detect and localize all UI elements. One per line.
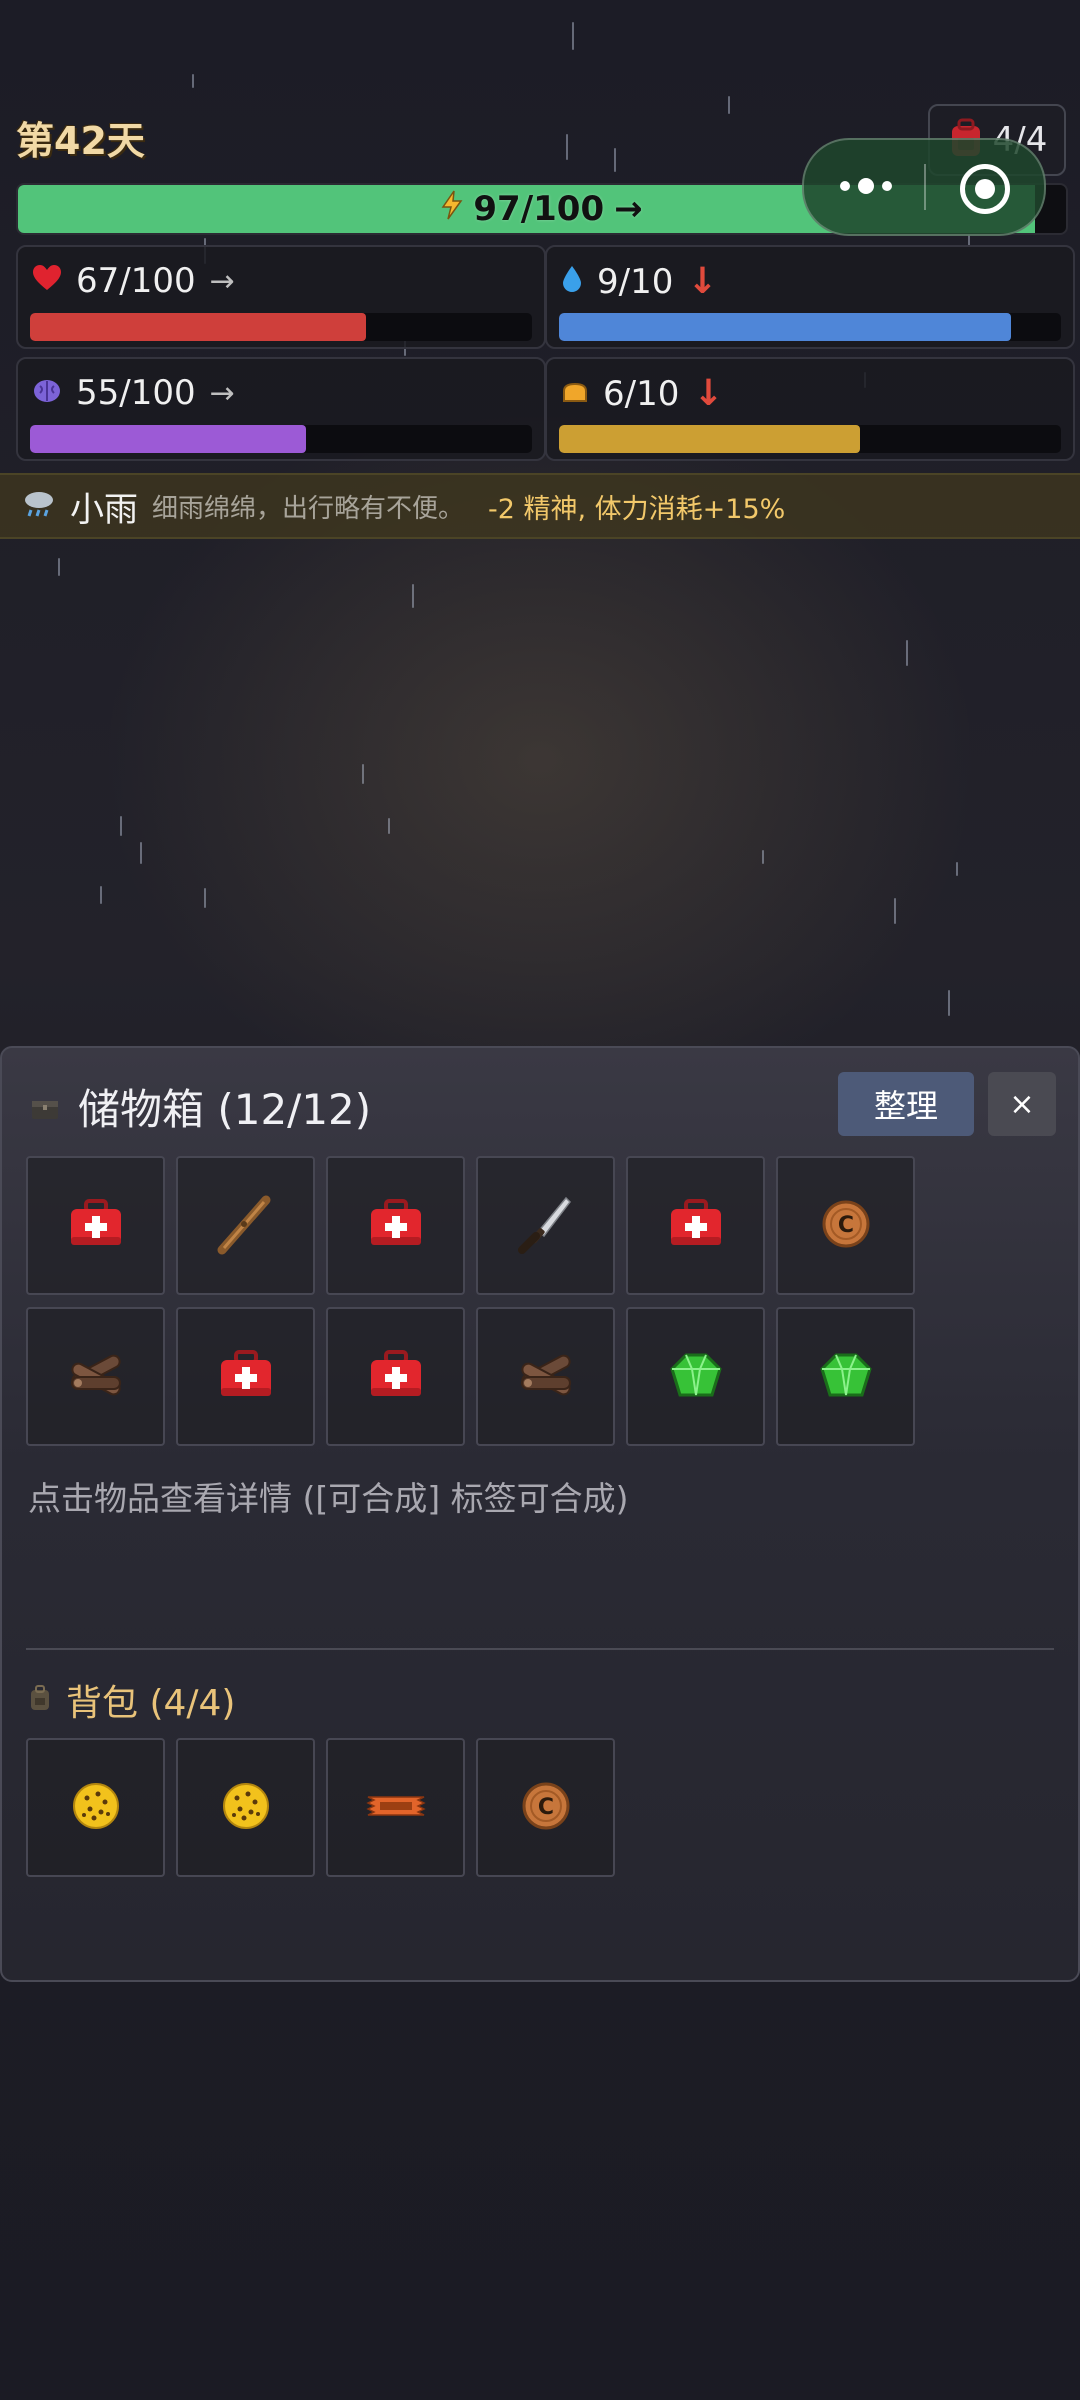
storage-slot[interactable] [626,1307,765,1446]
storage-slot[interactable] [776,1307,915,1446]
medkit-icon [368,1349,424,1404]
day-counter: 第42天 [16,119,145,163]
food-value: 6/10 [603,373,680,414]
storage-slot[interactable] [326,1156,465,1295]
stamina-trend: → [614,189,643,229]
storage-panel: 储物箱 (12/12) 整理 × C 点击物品查看详情 ([可合成] 标签可合成… [0,1046,1080,1982]
food-card: 6/10 ↓ [545,357,1075,461]
mini-program-capsule [802,138,1046,236]
bread-icon [561,374,589,414]
water-value: 9/10 [597,261,674,302]
storage-slot[interactable] [626,1156,765,1295]
storage-slot[interactable] [26,1156,165,1295]
backpack-small-icon [28,1680,52,1721]
health-trend: → [209,263,235,299]
food-fill [559,425,861,453]
health-fill [30,313,367,341]
coin-icon: C [821,1199,871,1253]
mind-value: 55/100 [76,373,196,413]
divider [26,1648,1054,1650]
knife-icon [514,1192,578,1260]
chest-icon [30,1082,60,1131]
storage-hint: 点击物品查看详情 ([可合成] 标签可合成) [28,1479,629,1518]
lightning-icon [441,189,463,229]
snack-bar-icon [365,1791,426,1825]
brain-icon [32,373,62,413]
health-card: 67/100 → [16,245,546,349]
svg-text:C: C [537,1795,553,1820]
water-fill [559,313,1011,341]
rain-cloud-icon [22,488,56,524]
storage-slot[interactable] [26,1307,165,1446]
medkit-icon [668,1198,724,1253]
cookie-icon [220,1780,272,1836]
storage-slot[interactable] [326,1307,465,1446]
storage-slot[interactable]: C [776,1156,915,1295]
health-value: 67/100 [76,261,196,301]
medkit-icon [218,1349,274,1404]
svg-text:C: C [837,1213,853,1238]
close-miniprogram-button[interactable] [960,164,1010,214]
backpack-title: 背包 (4/4) [66,1683,236,1724]
storage-slot[interactable] [176,1156,315,1295]
storage-slot[interactable] [476,1156,615,1295]
weather-banner: 小雨 细雨绵绵，出行略有不便。 -2 精神, 体力消耗+15% [0,473,1080,539]
medkit-icon [68,1198,124,1253]
close-button[interactable]: × [988,1072,1056,1136]
cookie-icon [70,1780,122,1836]
weather-name: 小雨 [70,489,138,530]
backpack-slot[interactable] [326,1738,465,1877]
backpack-slot[interactable]: C [476,1738,615,1877]
medkit-icon [368,1198,424,1253]
weather-effect: -2 精神, 体力消耗+15% [488,493,786,525]
wooden-club-icon [214,1192,278,1260]
sort-button[interactable]: 整理 [838,1072,974,1136]
mind-card: 55/100 → [16,357,546,461]
wood-logs-icon [514,1347,578,1407]
mind-trend: → [209,375,235,411]
more-menu-button[interactable] [840,178,892,194]
storage-grid: C [26,1156,915,1446]
backpack-slot[interactable] [26,1738,165,1877]
water-drop-icon [561,262,583,302]
storage-slot[interactable] [176,1307,315,1446]
water-trend: ↓ [687,261,718,302]
coin-icon: C [521,1781,571,1835]
water-card: 9/10 ↓ [545,245,1075,349]
green-crystal-icon [666,1347,726,1407]
storage-slot[interactable] [476,1307,615,1446]
mind-fill [30,425,307,453]
stamina-value: 97/100 [473,189,605,229]
green-crystal-icon [816,1347,876,1407]
heart-icon [32,261,62,301]
backpack-grid: C [26,1738,915,1877]
weather-description: 细雨绵绵，出行略有不便。 [152,493,465,524]
food-trend: ↓ [693,373,724,414]
storage-title: 储物箱 (12/12) [78,1085,372,1134]
backpack-slot[interactable] [176,1738,315,1877]
wood-logs-icon [64,1347,128,1407]
